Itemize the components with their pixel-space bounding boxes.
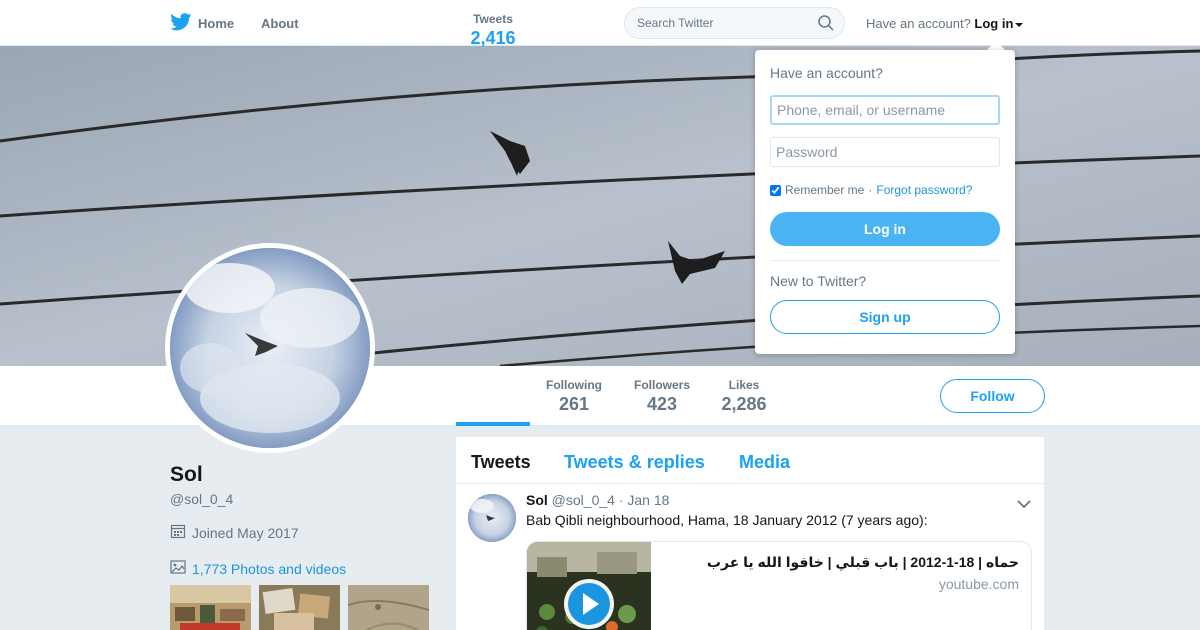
dropdown-divider bbox=[770, 260, 1000, 261]
active-stat-indicator bbox=[456, 422, 530, 426]
twitter-bird-icon bbox=[170, 13, 192, 34]
stat-following[interactable]: Following 261 bbox=[544, 378, 604, 415]
stat-value: 423 bbox=[646, 394, 678, 414]
tweet-author-name[interactable]: Sol bbox=[526, 492, 548, 508]
stat-followers[interactable]: Followers 423 bbox=[632, 378, 692, 415]
card-title: حماه | 18-1-2012 | باب قبلي | خافوا الله… bbox=[706, 554, 1019, 570]
have-account-text: Have an account? bbox=[866, 16, 971, 31]
media-thumbnail[interactable] bbox=[259, 585, 340, 630]
remember-label[interactable]: Remember me bbox=[785, 183, 864, 197]
media-thumbnail[interactable] bbox=[170, 585, 251, 630]
profile-handle: @sol_0_4 bbox=[170, 491, 234, 507]
login-link-label: Log in bbox=[974, 16, 1014, 31]
tweet-date[interactable]: Jan 18 bbox=[627, 492, 669, 508]
search-box bbox=[624, 7, 845, 39]
tab-media[interactable]: Media bbox=[739, 452, 790, 473]
chevron-down-icon[interactable] bbox=[1017, 496, 1031, 514]
tab-tweets-replies[interactable]: Tweets & replies bbox=[564, 452, 705, 473]
tweet-text: Bab Qibli neighbourhood, Hama, 18 Januar… bbox=[526, 512, 928, 528]
nav-home[interactable]: Home bbox=[170, 13, 234, 34]
follow-button[interactable]: Follow bbox=[940, 379, 1045, 413]
stat-label: Tweets bbox=[473, 12, 513, 26]
top-nav: Home About Have an account? Log in bbox=[0, 0, 1200, 46]
nav-about[interactable]: About bbox=[261, 16, 299, 31]
stat-label: Likes bbox=[728, 378, 760, 392]
timeline-tabs: Tweets Tweets & replies Media bbox=[456, 437, 1044, 484]
remember-separator: · bbox=[868, 183, 873, 197]
login-dropdown-toggle[interactable]: Log in bbox=[974, 16, 1024, 31]
signup-button[interactable]: Sign up bbox=[770, 300, 1000, 334]
tab-tweets[interactable]: Tweets bbox=[471, 452, 531, 473]
media-thumbnail[interactable] bbox=[348, 585, 429, 630]
play-icon[interactable] bbox=[562, 577, 616, 630]
tweet-avatar[interactable] bbox=[468, 494, 516, 542]
dropdown-heading: Have an account? bbox=[770, 65, 883, 81]
photos-videos-link[interactable]: 1,773 Photos and videos bbox=[170, 559, 346, 578]
stat-value: 2,416 bbox=[470, 28, 516, 48]
tweet-separator: · bbox=[618, 492, 624, 508]
new-to-twitter-text: New to Twitter? bbox=[770, 273, 867, 289]
forgot-password-link[interactable]: Forgot password? bbox=[876, 183, 972, 197]
photos-videos-label: 1,773 Photos and videos bbox=[192, 560, 347, 577]
joined-date: Joined May 2017 bbox=[170, 523, 299, 542]
remember-checkbox[interactable] bbox=[770, 184, 781, 196]
tweet-header: Sol @sol_0_4 · Jan 18 bbox=[526, 492, 669, 508]
link-card[interactable]: حماه | 18-1-2012 | باب قبلي | خافوا الله… bbox=[526, 541, 1032, 630]
profile-name: Sol bbox=[170, 463, 203, 486]
stat-label: Following bbox=[546, 378, 602, 392]
calendar-icon bbox=[170, 523, 186, 542]
photo-icon bbox=[170, 559, 186, 578]
avatar-image bbox=[170, 248, 370, 448]
stat-value: 261 bbox=[558, 394, 590, 414]
stat-label: Followers bbox=[633, 378, 690, 392]
username-field[interactable] bbox=[770, 95, 1000, 125]
password-field[interactable] bbox=[770, 137, 1000, 167]
login-dropdown: Have an account? Remember me · Forgot pa… bbox=[755, 50, 1015, 354]
search-input[interactable] bbox=[637, 16, 807, 30]
nav-home-label: Home bbox=[198, 16, 235, 31]
search-icon[interactable] bbox=[818, 15, 834, 36]
stat-tweets[interactable]: Tweets 2,416 bbox=[467, 12, 519, 49]
login-button[interactable]: Log in bbox=[770, 212, 1000, 246]
stat-likes[interactable]: Likes 2,286 bbox=[718, 378, 770, 415]
dropdown-arrow bbox=[987, 41, 1005, 50]
caret-down-icon bbox=[1015, 22, 1024, 27]
stat-value: 2,286 bbox=[721, 394, 767, 414]
remember-row: Remember me · Forgot password? bbox=[770, 183, 972, 197]
card-domain: youtube.com bbox=[938, 576, 1019, 592]
tweet-author-handle[interactable]: @sol_0_4 bbox=[552, 492, 615, 508]
account-prompt: Have an account? Log in bbox=[866, 16, 1024, 31]
joined-text: Joined May 2017 bbox=[192, 524, 299, 541]
avatar[interactable] bbox=[165, 243, 375, 453]
